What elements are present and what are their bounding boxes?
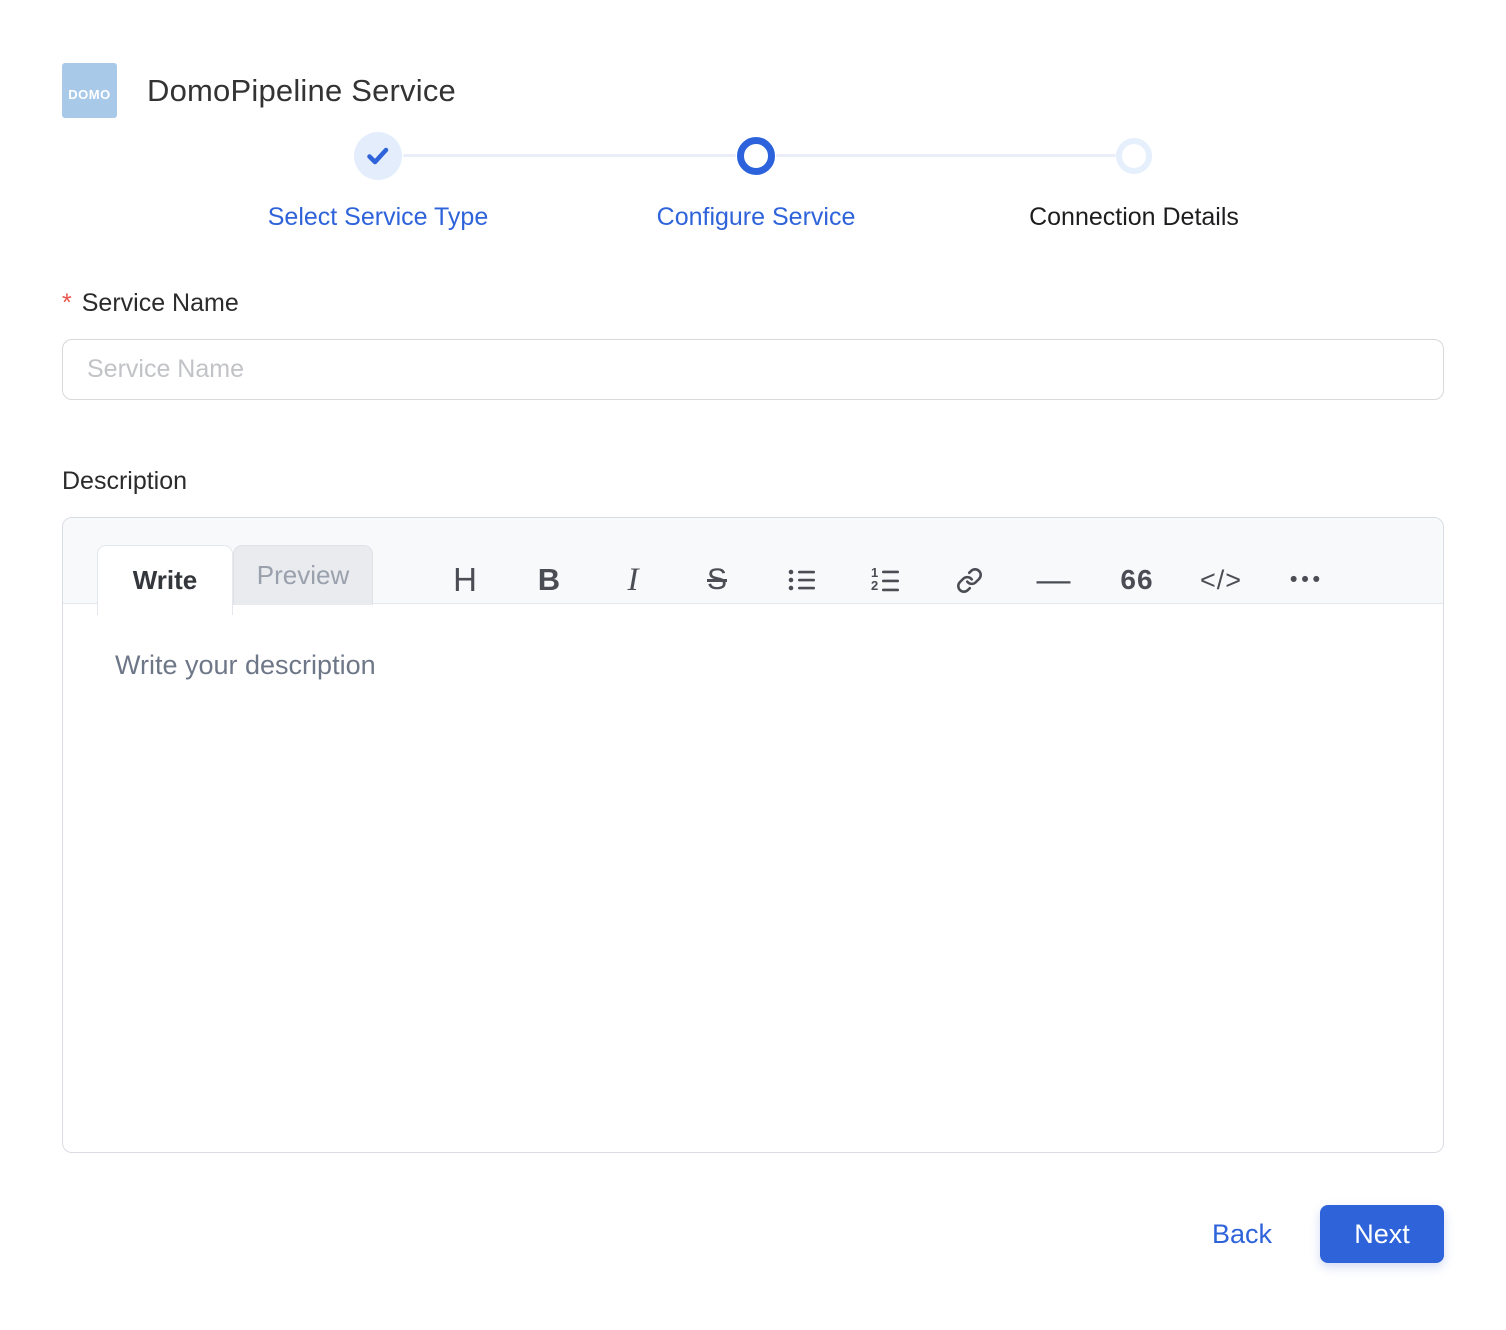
editor-body [63,604,1443,1153]
required-asterisk: * [62,289,72,317]
service-name-input[interactable] [62,339,1444,400]
heading-icon: H [453,561,477,598]
strikethrough-button[interactable]: S [675,545,759,615]
description-label: Description [62,467,188,495]
step-completed-marker [354,132,402,180]
unordered-list-icon [788,569,815,591]
code-button[interactable]: </> [1179,545,1263,615]
italic-icon: I [627,561,639,598]
heading-button[interactable]: H [423,545,507,615]
ellipsis-icon: ••• [1289,568,1325,591]
stepper-connector-2 [776,154,1116,157]
horizontal-rule-icon: — [1036,560,1071,599]
horizontal-rule-button[interactable]: — [1011,545,1095,615]
stepper: Select Service Type Configure Service Co… [189,132,1323,232]
next-button[interactable]: Next [1320,1205,1444,1263]
step-configure-service[interactable]: Configure Service [567,132,945,232]
step-active-marker [737,137,775,175]
step-label: Select Service Type [267,203,489,231]
service-name-label: * Service Name [62,289,239,317]
ordered-list-button[interactable]: 1 2 3 [843,545,927,615]
markdown-editor: Write Preview H B I S 1 2 — 66 </> ••• W… [62,517,1444,1153]
code-icon: </> [1199,564,1243,595]
step-label: Configure Service [656,203,856,231]
check-icon [367,147,389,165]
quote-icon: 66 [1120,564,1154,595]
unordered-list-button[interactable] [759,545,843,615]
link-icon [956,567,982,593]
step-label: Connection Details [1029,203,1239,231]
more-button[interactable]: ••• [1263,545,1347,615]
strikethrough-icon: S [706,563,727,596]
page: DOMO DomoPipeline Service Select Service… [0,0,1506,1330]
link-button[interactable] [927,545,1011,615]
bold-button[interactable]: B [507,545,591,615]
step-select-service-type[interactable]: Select Service Type [189,132,567,232]
footer-actions: Back Next [62,1205,1444,1263]
domo-logo-icon: DOMO [62,63,117,118]
step-connection-details[interactable]: Connection Details [945,132,1323,232]
page-title: DomoPipeline Service [147,72,456,108]
description-textarea[interactable] [63,604,1443,1153]
step-upcoming-marker [1116,138,1152,174]
tab-write[interactable]: Write [97,545,233,615]
stepper-connector-1 [403,154,736,157]
bold-icon: B [537,562,561,597]
editor-toolbar-bar: Write Preview H B I S 1 2 — 66 </> ••• [63,518,1443,615]
quote-button[interactable]: 66 [1095,545,1179,615]
editor-toolbar: H B I S 1 2 — 66 </> ••• [423,545,1347,615]
italic-button[interactable]: I [591,545,675,615]
app-header: DOMO DomoPipeline Service [62,0,1444,118]
tab-preview[interactable]: Preview [233,545,373,605]
svg-text:3: 3 [873,591,880,594]
back-button[interactable]: Back [1212,1219,1272,1250]
ordered-list-icon: 1 2 3 [871,567,899,594]
